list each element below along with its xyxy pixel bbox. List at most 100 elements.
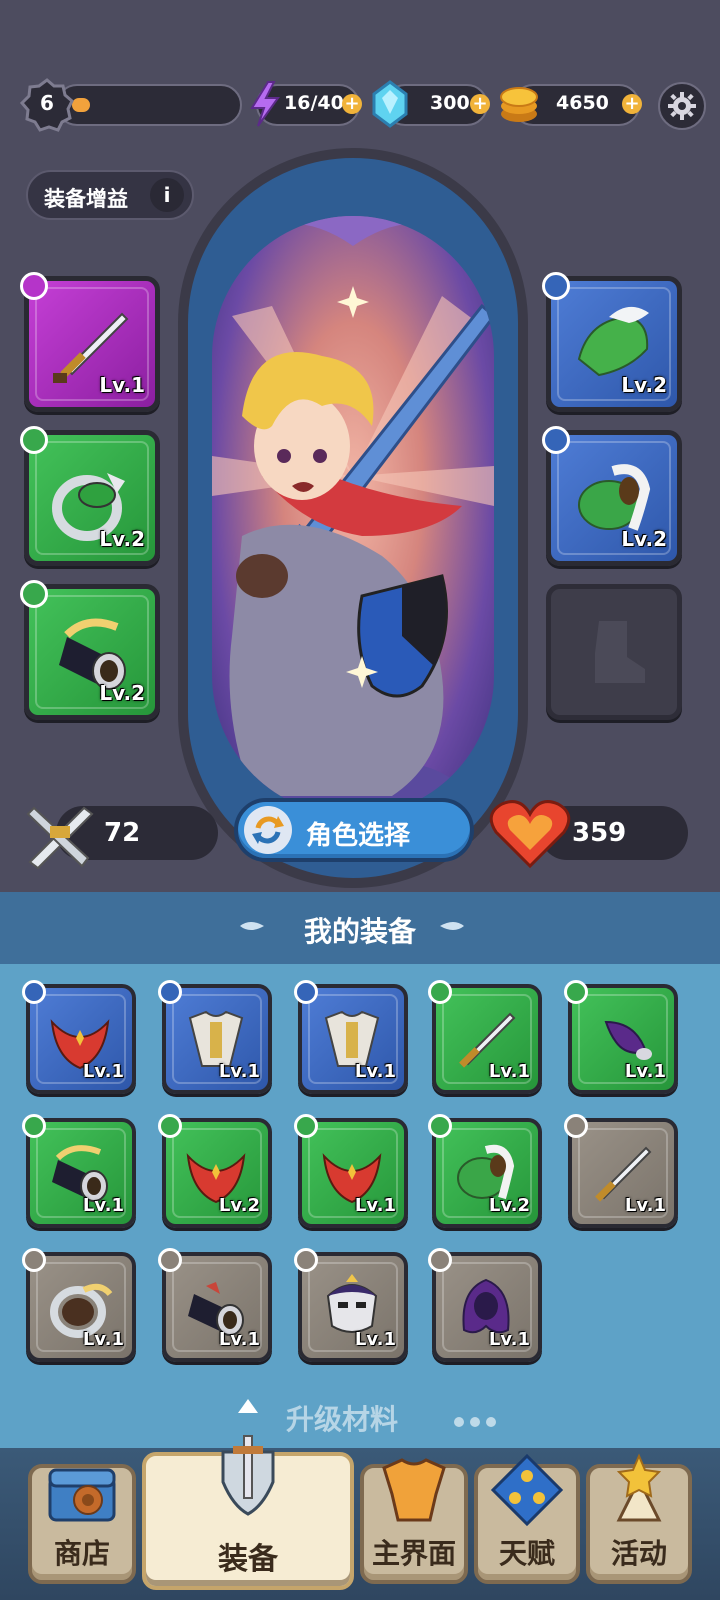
lightning-icon xyxy=(248,80,282,132)
nav-activity[interactable]: 活动 xyxy=(586,1453,692,1584)
item-type-tag xyxy=(158,980,182,1004)
item-level: Lv.2 xyxy=(99,681,145,705)
inventory-item-scarf[interactable]: Lv.2 xyxy=(162,1118,272,1228)
item-type-tag xyxy=(428,1114,452,1138)
inventory-item-hood[interactable]: Lv.1 xyxy=(432,1252,542,1362)
activity-star-icon xyxy=(599,1450,679,1530)
boots-placeholder-icon xyxy=(569,607,659,697)
equipped-slot-empty[interactable] xyxy=(546,584,682,720)
item-level: Lv.1 xyxy=(99,373,145,397)
item-level: Lv.1 xyxy=(488,1329,530,1350)
nav-equipment[interactable]: 装备 xyxy=(142,1435,354,1590)
inventory-item-armor[interactable]: Lv.1 xyxy=(162,984,272,1094)
shop-chest-icon xyxy=(42,1450,122,1530)
inventory-item-armor[interactable]: Lv.1 xyxy=(298,984,408,1094)
inventory-item-bracer[interactable]: Lv.1 xyxy=(162,1252,272,1362)
equipment-buff-panel[interactable]: 装备增益 i xyxy=(26,170,194,220)
attack-value: 72 xyxy=(104,818,141,848)
top-bar: 6 16/40 + 300 + 4650 + xyxy=(0,78,720,134)
level-badge[interactable]: 6 xyxy=(19,78,74,132)
inventory-item-sword[interactable]: Lv.1 xyxy=(432,984,542,1094)
talent-tree-icon xyxy=(487,1450,567,1530)
nav-shop[interactable]: 商店 xyxy=(28,1464,136,1584)
gem-icon xyxy=(370,80,410,132)
energy-value: 16/40 xyxy=(284,92,344,114)
add-energy-button[interactable]: + xyxy=(342,94,362,114)
equipment-buff-label: 装备增益 xyxy=(44,187,128,211)
add-gems-button[interactable]: + xyxy=(470,94,490,114)
nav-talent-label: 天赋 xyxy=(498,1537,555,1570)
right-ornament-icon xyxy=(440,918,464,934)
item-type-tag xyxy=(158,1114,182,1138)
xp-bar xyxy=(56,84,242,126)
level-number: 6 xyxy=(40,91,54,115)
hp-value: 359 xyxy=(572,818,627,848)
nav-talent[interactable]: 天赋 xyxy=(474,1453,580,1584)
cloak-slot-tag xyxy=(542,426,570,454)
refresh-icon xyxy=(244,806,292,854)
heart-icon xyxy=(488,796,572,874)
nav-activity-label: 活动 xyxy=(610,1537,667,1570)
item-level: Lv.2 xyxy=(488,1195,530,1216)
inventory-item-ring[interactable]: Lv.1 xyxy=(26,1252,136,1362)
item-type-tag xyxy=(428,980,452,1004)
equipped-slot-bracer[interactable]: Lv.2 xyxy=(24,584,160,720)
item-level: Lv.1 xyxy=(218,1061,260,1082)
my-equipment-title: 我的装备 xyxy=(303,915,416,948)
item-level: Lv.1 xyxy=(354,1195,396,1216)
item-level: Lv.1 xyxy=(82,1329,124,1350)
inventory-item-scarf[interactable]: Lv.1 xyxy=(26,984,136,1094)
item-level: Lv.1 xyxy=(82,1061,124,1082)
character-select-button[interactable]: 角色选择 xyxy=(234,798,474,862)
settings-button[interactable] xyxy=(658,82,706,130)
info-icon[interactable]: i xyxy=(150,178,184,212)
chevron-up-icon[interactable] xyxy=(238,1398,258,1417)
weapon-slot-tag xyxy=(20,272,48,300)
helmet-slot-tag xyxy=(542,272,570,300)
item-type-tag xyxy=(428,1248,452,1272)
inventory-item-cloak[interactable]: Lv.2 xyxy=(432,1118,542,1228)
item-type-tag xyxy=(158,1248,182,1272)
item-type-tag xyxy=(22,1248,46,1272)
ring-slot-tag xyxy=(20,426,48,454)
armor-icon xyxy=(374,1450,454,1530)
item-type-tag xyxy=(22,1114,46,1138)
character-select-label: 角色选择 xyxy=(306,821,411,851)
inventory-item-bracer[interactable]: Lv.1 xyxy=(26,1118,136,1228)
equipped-slot-helmet[interactable]: Lv.2 xyxy=(546,276,682,412)
inventory-item-feather[interactable]: Lv.1 xyxy=(568,984,678,1094)
item-type-tag xyxy=(22,980,46,1004)
item-level: Lv.1 xyxy=(218,1329,260,1350)
bracer-slot-tag xyxy=(20,580,48,608)
item-level: Lv.2 xyxy=(99,527,145,551)
item-level: Lv.1 xyxy=(354,1061,396,1082)
inventory-item-mask[interactable]: Lv.1 xyxy=(298,1252,408,1362)
nav-main[interactable]: 主界面 xyxy=(360,1458,468,1584)
item-level: Lv.1 xyxy=(354,1329,396,1350)
item-type-tag xyxy=(294,1248,318,1272)
nav-equipment-label: 装备 xyxy=(218,1542,278,1577)
item-level: Lv.1 xyxy=(488,1061,530,1082)
item-level: Lv.1 xyxy=(624,1195,666,1216)
inventory-item-sword[interactable]: Lv.1 xyxy=(568,1118,678,1228)
item-type-tag xyxy=(564,1114,588,1138)
item-level: Lv.2 xyxy=(621,527,667,551)
equipped-slot-cloak[interactable]: Lv.2 xyxy=(546,430,682,566)
gold-value: 4650 xyxy=(556,92,609,114)
item-type-tag xyxy=(294,980,318,1004)
left-ornament-icon xyxy=(240,918,264,934)
page-indicator xyxy=(454,1412,502,1431)
equipped-slot-ring[interactable]: Lv.2 xyxy=(24,430,160,566)
character-portrait-frame xyxy=(178,148,528,888)
item-level: Lv.2 xyxy=(218,1195,260,1216)
item-level: Lv.2 xyxy=(621,373,667,397)
inventory-item-scarf[interactable]: Lv.1 xyxy=(298,1118,408,1228)
gem-value: 300 xyxy=(430,92,470,114)
upgrade-materials-label[interactable]: 升级材料 xyxy=(286,1398,398,1438)
gold-coin-icon xyxy=(498,82,540,130)
my-equipment-header: 我的装备 xyxy=(0,892,720,964)
hero-illustration xyxy=(212,216,494,816)
item-type-tag xyxy=(564,980,588,1004)
add-gold-button[interactable]: + xyxy=(622,94,642,114)
equipped-slot-weapon[interactable]: Lv.1 xyxy=(24,276,160,412)
